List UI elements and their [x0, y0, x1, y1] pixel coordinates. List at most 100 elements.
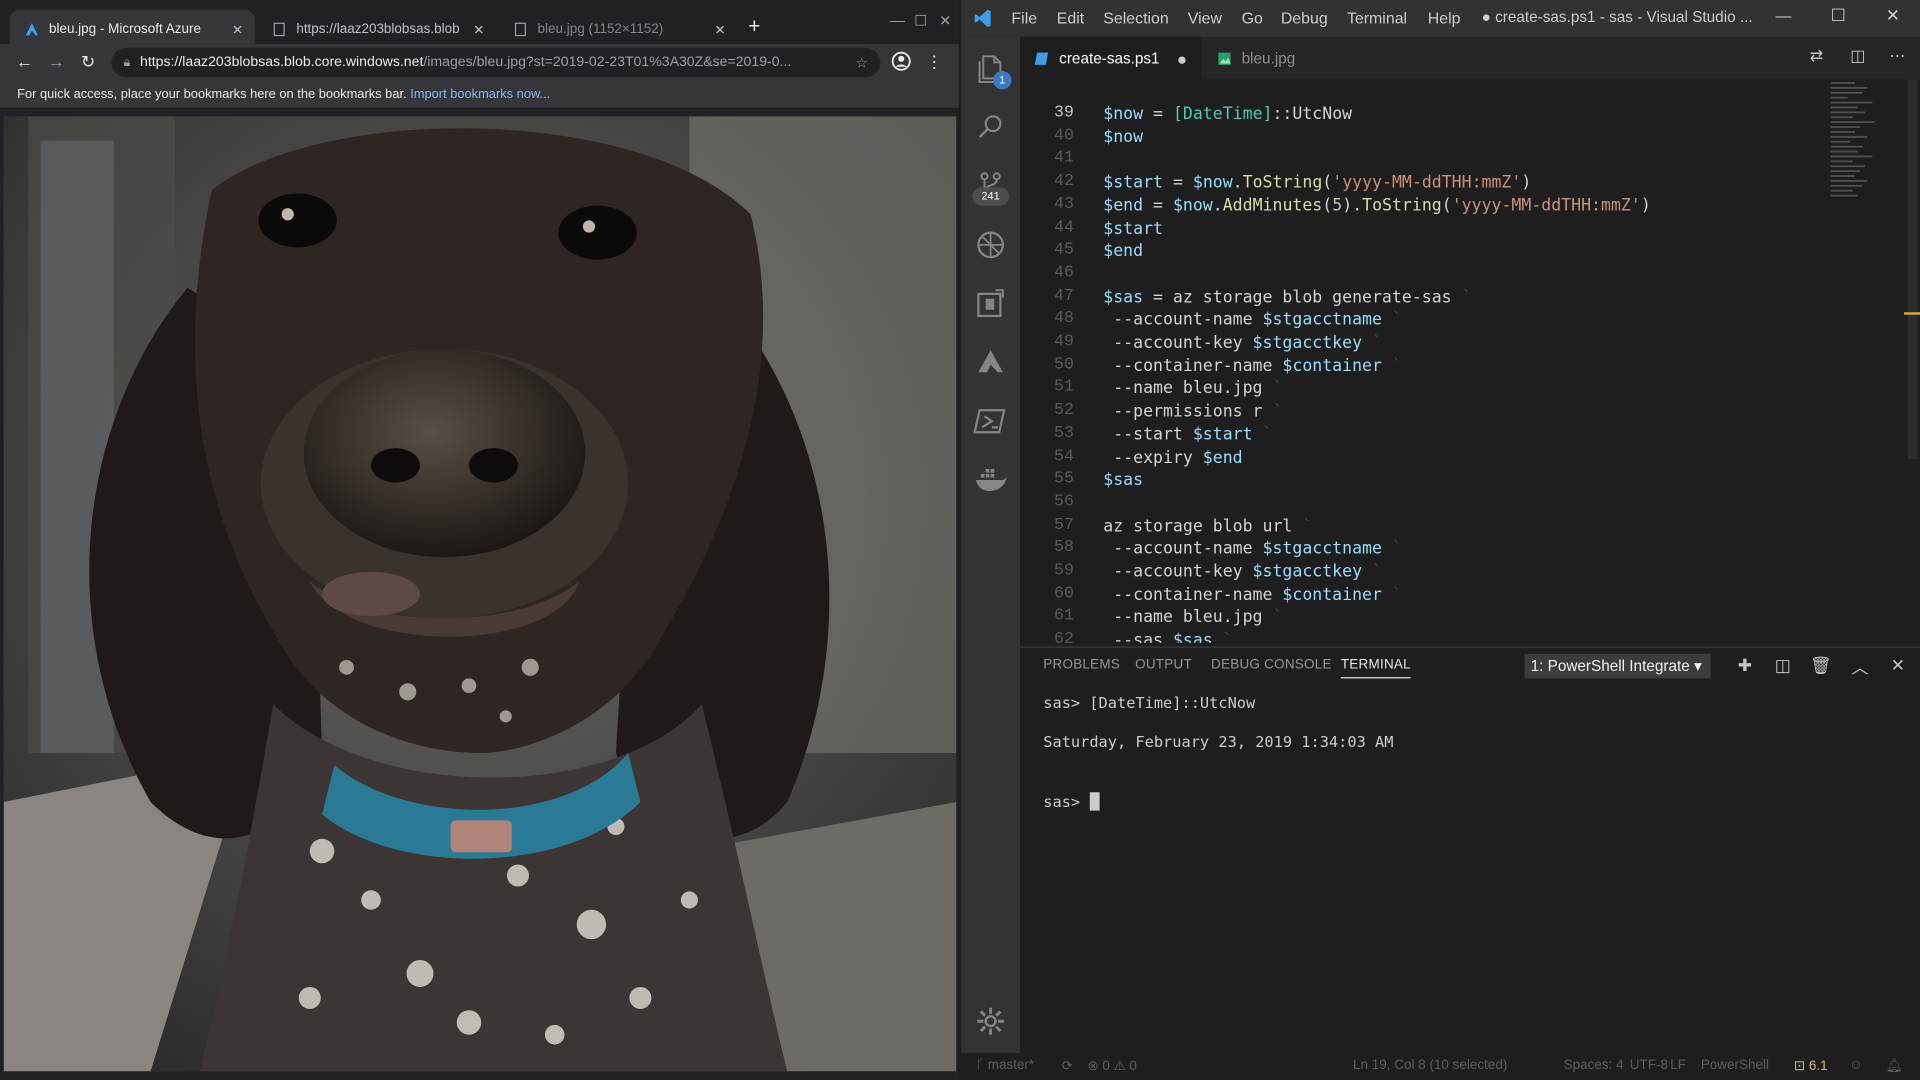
- more-actions-icon[interactable]: ⋯: [1889, 47, 1905, 67]
- code-line: --account-name $stgacctname `: [1103, 539, 1402, 559]
- close-icon[interactable]: ✕: [710, 21, 730, 38]
- line-number: 58: [1054, 539, 1074, 558]
- code-line: --account-key $stgacctkey `: [1103, 333, 1382, 353]
- menu-selection[interactable]: Selection: [1103, 9, 1168, 27]
- new-tab-button[interactable]: +: [742, 15, 766, 39]
- powershell-version[interactable]: ⊡ 6.1: [1794, 1058, 1828, 1074]
- close-icon[interactable]: ✕: [228, 21, 248, 38]
- encoding[interactable]: UTF-8: [1630, 1058, 1668, 1073]
- maximize-button[interactable]: ☐: [910, 12, 932, 29]
- status-bar: ᚴ master* ⟳ ⊗ 0 ⚠ 0 Ln 19, Col 8 (10 sel…: [961, 1053, 1920, 1080]
- line-number: 56: [1054, 493, 1074, 512]
- code-line: --name bleu.jpg `: [1103, 607, 1283, 628]
- url-path: /images/bleu.jpg?st=2019-02-23T01%3A30Z&…: [423, 55, 792, 70]
- line-ending[interactable]: LF: [1670, 1058, 1686, 1073]
- bell-icon[interactable]: 🔔︎: [1886, 1058, 1903, 1074]
- import-bookmarks-link[interactable]: Import bookmarks now...: [410, 87, 550, 102]
- code-line: $start: [1103, 218, 1163, 239]
- menu-terminal[interactable]: Terminal: [1347, 9, 1407, 27]
- maximize-button[interactable]: ☐: [1831, 5, 1846, 26]
- code-line: $now: [1103, 126, 1144, 147]
- tab-output[interactable]: OUTPUT: [1135, 658, 1192, 673]
- line-number: 52: [1054, 401, 1074, 421]
- branch-indicator[interactable]: ᚴ master*: [976, 1058, 1034, 1073]
- sync-icon[interactable]: ⟳: [1062, 1058, 1073, 1074]
- feedback-icon[interactable]: ☺: [1849, 1058, 1863, 1073]
- code-line: --expiry $end: [1103, 447, 1243, 468]
- editor-scrollbar[interactable]: [1904, 79, 1920, 643]
- language-mode[interactable]: PowerShell: [1701, 1058, 1769, 1073]
- image-file-icon: [1217, 51, 1232, 66]
- tab-problems[interactable]: PROBLEMS: [1043, 658, 1120, 673]
- new-terminal-icon[interactable]: ✚: [1734, 655, 1756, 676]
- explorer-icon[interactable]: 1: [973, 51, 1012, 90]
- indentation[interactable]: Spaces: 4: [1564, 1058, 1624, 1073]
- debug-icon[interactable]: [973, 228, 1007, 262]
- open-changes-icon[interactable]: ⇄: [1810, 47, 1823, 67]
- address-bar[interactable]: 🔒︎ https://laaz203blobsas.blob.core.wind…: [111, 47, 881, 78]
- branch-icon: ᚴ: [975, 1057, 988, 1073]
- docker-icon[interactable]: [973, 463, 1007, 497]
- close-window-button[interactable]: ✕: [1886, 5, 1900, 26]
- gear-icon[interactable]: [973, 1004, 1007, 1038]
- split-terminal-icon[interactable]: ◫: [1772, 655, 1794, 676]
- forward-button[interactable]: →: [44, 49, 68, 73]
- terminal-cursor: [1089, 792, 1100, 811]
- back-button[interactable]: ←: [12, 49, 36, 73]
- browser-tab-label: bleu.jpg (1152×1152): [537, 22, 664, 37]
- reload-button[interactable]: ↻: [76, 49, 100, 73]
- title-bar: File Edit Selection View Go Debug Termin…: [961, 0, 1920, 37]
- line-number: 41: [1054, 149, 1074, 169]
- line-number: 50: [1054, 355, 1074, 375]
- explorer-badge: 1: [993, 71, 1012, 90]
- code-line: --name bleu.jpg `: [1103, 378, 1283, 399]
- close-panel-icon[interactable]: ✕: [1887, 655, 1909, 676]
- menu-debug[interactable]: Debug: [1281, 9, 1328, 27]
- terminal-output-line: Saturday, February 23, 2019 1:34:03 AM: [1043, 732, 1394, 751]
- tab-debug-console[interactable]: DEBUG CONSOLE: [1211, 658, 1332, 673]
- maximize-panel-icon[interactable]: ︿: [1849, 655, 1871, 679]
- search-icon[interactable]: [973, 110, 1007, 144]
- trash-icon[interactable]: 🗑︎: [1810, 655, 1832, 676]
- tab-create-sas-ps1[interactable]: create-sas.ps1 ●: [1020, 36, 1202, 80]
- code-line: --sas $sas `: [1103, 630, 1233, 643]
- menu-help[interactable]: Help: [1428, 9, 1461, 27]
- code-line: --account-key $stgacctkey `: [1103, 562, 1382, 582]
- browser-tab-label: https://laaz203blobsas.blob: [296, 22, 460, 37]
- extensions-icon[interactable]: [973, 287, 1007, 321]
- page-icon: [513, 22, 528, 37]
- minimize-button[interactable]: —: [887, 12, 909, 29]
- azure-icon[interactable]: [973, 345, 1007, 379]
- menu-go[interactable]: Go: [1242, 9, 1263, 27]
- profile-icon[interactable]: [889, 49, 913, 73]
- menu-kebab-icon[interactable]: ⋮: [922, 49, 946, 73]
- code-editor[interactable]: 39 40 41 42 43 44 45 46 47 48 49 50 51 52 53 54 55 56 57 58…: [1020, 79, 1920, 643]
- minimize-button[interactable]: —: [1776, 6, 1792, 24]
- code-line: $sas: [1103, 470, 1144, 491]
- tab-terminal[interactable]: TERMINAL: [1340, 658, 1411, 679]
- terminal-version-icon: ⊡: [1793, 1059, 1809, 1074]
- split-editor-icon[interactable]: ◫: [1850, 47, 1865, 67]
- tab-bleu-jpg[interactable]: bleu.jpg: [1202, 37, 1337, 80]
- line-number: 44: [1054, 218, 1074, 237]
- menu-edit[interactable]: Edit: [1057, 9, 1084, 27]
- menu-file[interactable]: File: [1011, 9, 1037, 27]
- terminal-prompt[interactable]: sas>: [1043, 792, 1100, 811]
- source-control-icon[interactable]: 241: [972, 169, 1009, 206]
- close-icon[interactable]: ✕: [469, 21, 489, 38]
- powershell-icon[interactable]: [973, 404, 1007, 438]
- close-window-button[interactable]: ✕: [934, 12, 956, 29]
- minimap[interactable]: [1828, 80, 1901, 643]
- dog-photo: [3, 116, 957, 1072]
- line-number: 48: [1054, 310, 1074, 329]
- code-line: --permissions r `: [1103, 401, 1283, 422]
- menu-view[interactable]: View: [1188, 9, 1222, 27]
- terminal-select[interactable]: 1: PowerShell Integrate ▾: [1524, 653, 1711, 679]
- cursor-position[interactable]: Ln 19, Col 8 (10 selected): [1353, 1058, 1507, 1073]
- editor-tab-label: bleu.jpg: [1241, 49, 1296, 67]
- line-number: 51: [1054, 378, 1074, 398]
- scm-badge: 241: [972, 187, 1009, 206]
- star-icon[interactable]: ☆: [856, 54, 869, 71]
- problems-indicator[interactable]: ⊗ 0 ⚠ 0: [1087, 1058, 1137, 1074]
- line-number: 45: [1054, 241, 1074, 260]
